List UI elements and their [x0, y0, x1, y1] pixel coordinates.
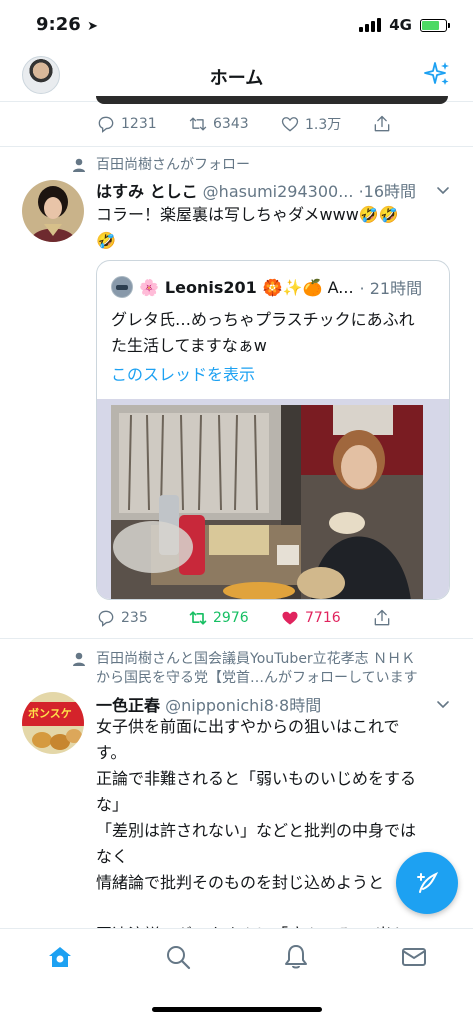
quote-time: · 21時間	[359, 279, 423, 298]
tweet-divider	[0, 146, 473, 147]
like-button[interactable]: 1.3万	[280, 114, 372, 134]
tweet-header: はすみ としこ @hasumi294300... ·16時間	[96, 178, 441, 202]
battery-icon	[420, 18, 450, 32]
avatar-label: ボンスケ	[28, 707, 72, 720]
home-header: ホーム	[0, 50, 473, 102]
compose-tweet-button[interactable]	[396, 852, 458, 914]
tweet-text: 女子供を前面に出すやからの狙いはこれで す。 正論で非難されると「弱いものいじめ…	[96, 717, 417, 944]
tweet-text: コラー！楽屋裏は写しちゃダメwww🤣🤣 🤣	[96, 205, 399, 250]
retweet-button[interactable]: 2976	[188, 608, 280, 628]
status-indicators: 4G	[359, 16, 450, 34]
home-icon[interactable]	[46, 943, 74, 971]
author-name[interactable]: 一色正春	[96, 696, 160, 715]
reply-icon	[98, 116, 114, 133]
quoted-tweet[interactable]: 🌸 Leonis201 🏵️✨🍊 A... · 21時間 グレタ氏…めっちゃプラ…	[96, 260, 450, 600]
heart-icon	[282, 611, 298, 625]
reply-icon	[98, 610, 114, 627]
tweet-time: ·8時間	[273, 696, 322, 715]
previous-tweet-media[interactable]	[96, 96, 448, 104]
train-photo	[111, 405, 423, 599]
quote-text: グレタ氏…めっちゃプラスチックにあふれ た生活してますなぁw	[111, 310, 415, 355]
author-name[interactable]: はすみ としこ	[96, 182, 198, 201]
quote-author-name: Leonis201	[164, 277, 257, 297]
tweet-avatar[interactable]	[22, 180, 84, 242]
tweet-time: ·16時間	[358, 182, 417, 201]
share-icon	[374, 115, 390, 132]
home-indicator	[152, 1007, 322, 1012]
reply-button[interactable]: 1231	[96, 114, 188, 134]
previous-tweet-actions: 1231 6343 1.3万	[96, 114, 464, 134]
show-thread-link[interactable]: このスレッドを表示	[111, 361, 255, 385]
share-button[interactable]	[372, 114, 464, 134]
heart-icon	[281, 117, 299, 132]
tweet-divider	[0, 638, 473, 639]
author-handle[interactable]: @hasumi294300...	[203, 182, 354, 201]
status-bar: 9:26 ➤ 4G	[0, 0, 473, 50]
tweet-avatar[interactable]: ボンスケ	[22, 692, 84, 754]
person-icon	[73, 652, 85, 666]
share-icon	[374, 609, 390, 626]
sparkle-icon[interactable]	[423, 60, 451, 88]
signal-icon	[359, 18, 382, 32]
tweet-actions: 235 2976 7716	[96, 608, 464, 628]
retweet-button[interactable]: 6343	[188, 114, 280, 134]
feather-plus-icon	[417, 871, 439, 893]
share-button[interactable]	[372, 608, 464, 628]
messages-icon[interactable]	[400, 943, 428, 971]
person-icon	[73, 158, 85, 172]
author-handle[interactable]: @nipponichi8	[165, 696, 274, 715]
page-title: ホーム	[209, 68, 264, 89]
search-icon[interactable]	[164, 943, 192, 971]
notifications-icon[interactable]	[282, 943, 310, 971]
social-context[interactable]: 百田尚樹さんと国会議員YouTuber立花孝志 ＮＨＫ から国民を守る党【党首……	[70, 650, 450, 688]
tweet-header: 一色正春 @nipponichi8·8時間	[96, 692, 441, 716]
social-context[interactable]: 百田尚樹さんがフォロー	[70, 156, 450, 175]
retweet-icon	[189, 117, 207, 131]
retweet-icon	[189, 611, 207, 625]
chevron-down-icon[interactable]	[435, 182, 451, 198]
status-time: 9:26 ➤	[36, 14, 98, 35]
reply-button[interactable]: 235	[96, 608, 188, 628]
chevron-down-icon[interactable]	[435, 696, 451, 712]
quote-media[interactable]	[97, 399, 449, 599]
quote-header: 🌸 Leonis201 🏵️✨🍊 A... · 21時間	[111, 275, 441, 299]
network-type: 4G	[389, 16, 412, 34]
quote-avatar	[111, 276, 133, 298]
like-button[interactable]: 7716	[280, 608, 372, 628]
